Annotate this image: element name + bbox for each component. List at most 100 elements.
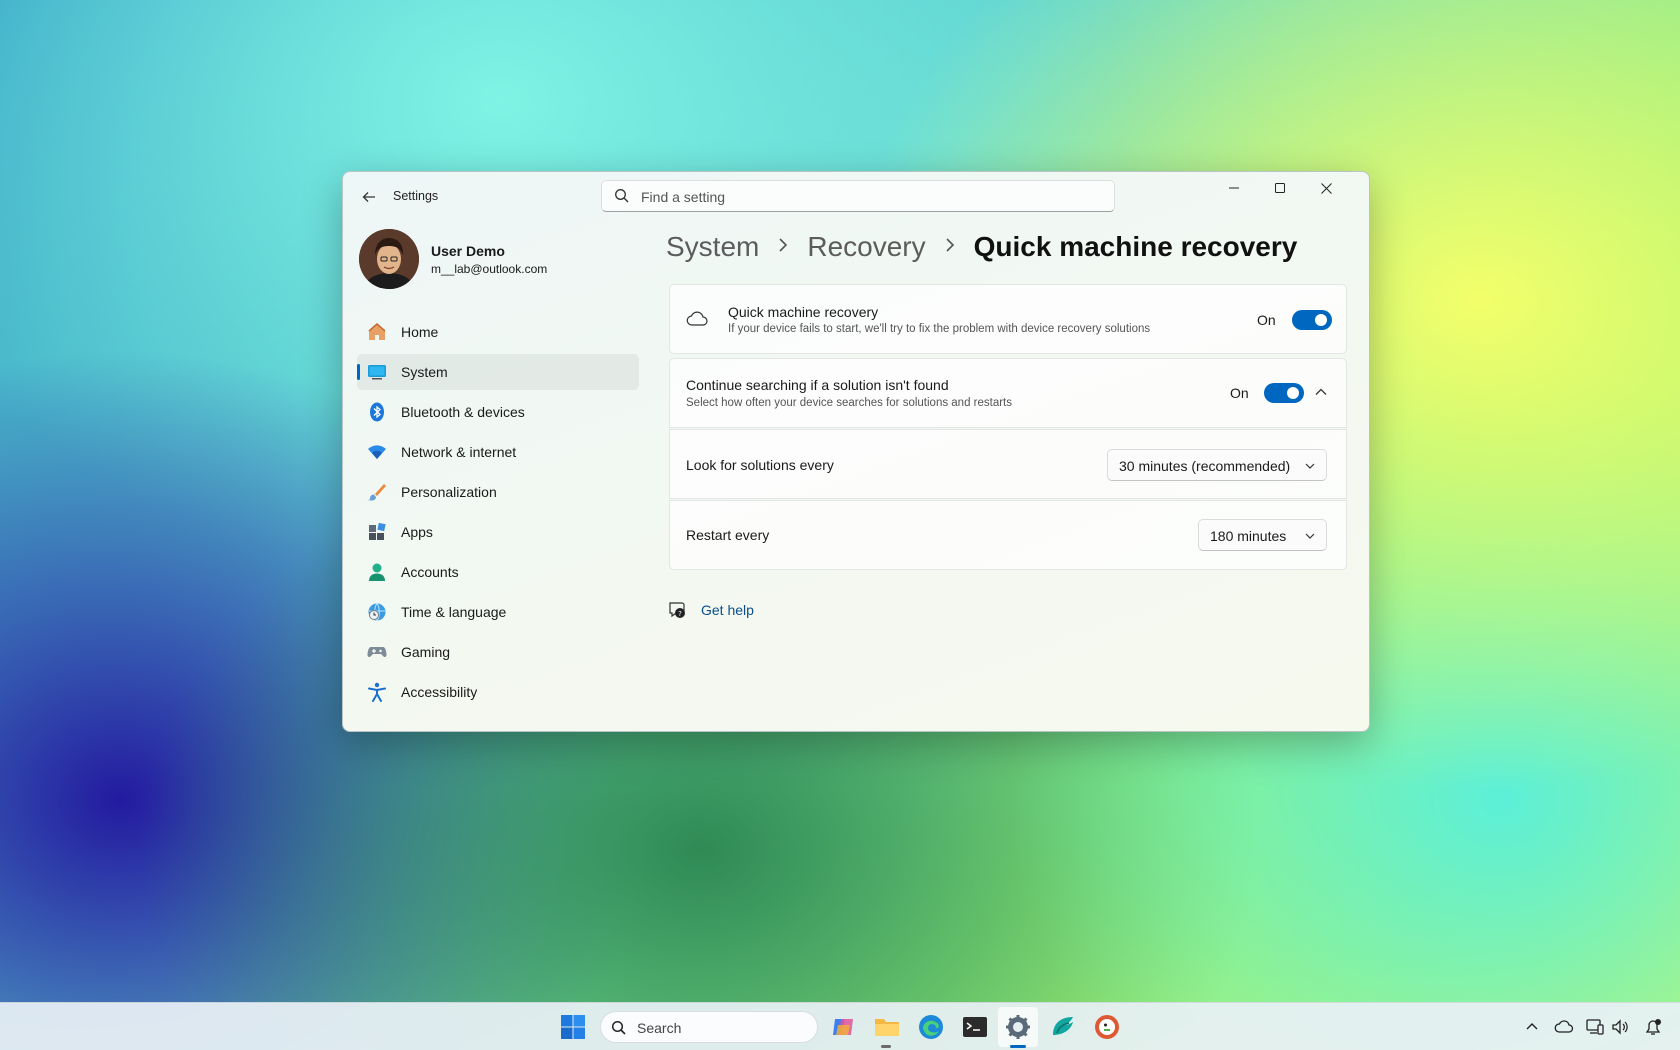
back-arrow-icon (361, 189, 377, 205)
network-icon[interactable] (1585, 1017, 1605, 1037)
chevron-right-icon (944, 236, 956, 259)
sidebar-item-bluetooth[interactable]: Bluetooth & devices (357, 394, 639, 430)
avatar-portrait-icon (359, 229, 419, 289)
sidebar-item-accessibility[interactable]: Accessibility (357, 674, 639, 710)
search-icon (611, 1020, 627, 1036)
app-icon-teal[interactable] (1049, 1013, 1077, 1041)
toggle-knob (1315, 314, 1327, 326)
gamepad-icon (367, 642, 387, 662)
restart-label: Restart every (686, 527, 769, 543)
svg-text:?: ? (678, 610, 682, 618)
running-indicator (881, 1045, 891, 1048)
sidebar-item-label: Network & internet (401, 444, 516, 460)
continue-search-state-label: On (1230, 385, 1249, 401)
chevron-down-icon (1304, 460, 1316, 472)
maximize-icon (1275, 183, 1285, 193)
close-icon (1321, 183, 1332, 194)
look-for-dropdown[interactable]: 30 minutes (recommended) (1107, 449, 1327, 481)
sidebar-item-label: Personalization (401, 484, 497, 500)
settings-window: Settings Find a setting User Demo m__lab… (342, 171, 1370, 732)
chevron-up-icon[interactable] (1314, 385, 1328, 399)
file-explorer-icon[interactable] (873, 1013, 901, 1041)
continue-search-description: Select how often your device searches fo… (686, 397, 1012, 409)
home-icon (367, 322, 387, 342)
qmr-state-label: On (1257, 312, 1276, 328)
settings-gear-icon[interactable] (1004, 1013, 1032, 1041)
taskbar-search[interactable]: Search (600, 1011, 818, 1043)
user-name: User Demo (431, 243, 505, 259)
restart-dropdown[interactable]: 180 minutes (1198, 519, 1327, 551)
duckduckgo-icon[interactable] (1093, 1013, 1121, 1041)
sidebar-nav: Home System Bluetooth & devices Network … (357, 314, 639, 714)
continue-search-title: Continue searching if a solution isn't f… (686, 377, 949, 393)
qmr-toggle[interactable] (1292, 310, 1332, 330)
sidebar-item-label: Apps (401, 524, 433, 540)
chevron-up-icon[interactable] (1522, 1017, 1542, 1037)
terminal-icon[interactable] (961, 1013, 989, 1041)
maximize-button[interactable] (1257, 172, 1303, 204)
user-email: m__lab@outlook.com (431, 262, 547, 276)
wifi-icon (367, 442, 387, 462)
sidebar-item-label: Bluetooth & devices (401, 404, 525, 420)
taskbar: Search (0, 1002, 1680, 1050)
sidebar-item-gaming[interactable]: Gaming (357, 634, 639, 670)
page-title: Quick machine recovery (974, 231, 1298, 263)
breadcrumb-system[interactable]: System (666, 231, 759, 263)
help-icon: ? (667, 600, 687, 620)
toggle-knob (1287, 387, 1299, 399)
system-icon (367, 362, 387, 382)
restart-row: Restart every 180 minutes (669, 500, 1347, 570)
brush-icon (367, 482, 387, 502)
continue-search-card[interactable]: Continue searching if a solution isn't f… (669, 358, 1347, 428)
qmr-description: If your device fails to start, we'll try… (728, 323, 1150, 335)
copilot-icon[interactable] (829, 1013, 857, 1041)
search-icon (614, 188, 630, 204)
sidebar-item-label: Home (401, 324, 438, 340)
accessibility-icon (367, 682, 387, 702)
active-indicator (1010, 1045, 1026, 1048)
search-input[interactable]: Find a setting (641, 189, 725, 205)
get-help-link[interactable]: ? Get help (667, 598, 754, 622)
qmr-card: Quick machine recovery If your device fa… (669, 284, 1347, 354)
minimize-button[interactable] (1211, 172, 1257, 204)
breadcrumb-recovery[interactable]: Recovery (807, 231, 925, 263)
sidebar-item-label: Gaming (401, 644, 450, 660)
volume-icon[interactable] (1610, 1017, 1630, 1037)
breadcrumb: System Recovery Quick machine recovery (666, 227, 1297, 267)
search-box[interactable]: Find a setting (601, 180, 1115, 212)
taskbar-search-text: Search (637, 1020, 681, 1036)
avatar[interactable] (359, 229, 419, 289)
restart-value: 180 minutes (1210, 528, 1286, 544)
sidebar-item-system[interactable]: System (357, 354, 639, 390)
sidebar-item-label: Accounts (401, 564, 459, 580)
notification-icon[interactable] (1643, 1017, 1663, 1037)
sidebar-item-personalization[interactable]: Personalization (357, 474, 639, 510)
onedrive-cloud-icon[interactable] (1554, 1017, 1574, 1037)
edge-icon[interactable] (917, 1013, 945, 1041)
look-for-label: Look for solutions every (686, 457, 834, 473)
look-for-value: 30 minutes (recommended) (1119, 458, 1290, 474)
chevron-right-icon (777, 236, 789, 259)
sidebar-item-label: Time & language (401, 604, 506, 620)
sidebar-item-label: Accessibility (401, 684, 477, 700)
sidebar-item-apps[interactable]: Apps (357, 514, 639, 550)
sidebar-item-home[interactable]: Home (357, 314, 639, 350)
cloud-icon (686, 309, 708, 329)
chevron-down-icon (1304, 530, 1316, 542)
sidebar-item-time-language[interactable]: Time & language (357, 594, 639, 630)
get-help-text: Get help (701, 602, 754, 618)
apps-icon (367, 522, 387, 542)
qmr-title: Quick machine recovery (728, 304, 878, 320)
title-bar: Settings Find a setting (343, 172, 1369, 220)
continue-search-toggle[interactable] (1264, 383, 1304, 403)
back-button[interactable] (357, 185, 381, 209)
minimize-icon (1229, 183, 1239, 193)
globe-clock-icon (367, 602, 387, 622)
start-icon[interactable] (560, 1014, 586, 1040)
accounts-icon (367, 562, 387, 582)
look-for-solutions-row: Look for solutions every 30 minutes (rec… (669, 429, 1347, 499)
sidebar-item-accounts[interactable]: Accounts (357, 554, 639, 590)
close-button[interactable] (1303, 172, 1349, 204)
sidebar-item-network[interactable]: Network & internet (357, 434, 639, 470)
sidebar-item-label: System (401, 364, 448, 380)
